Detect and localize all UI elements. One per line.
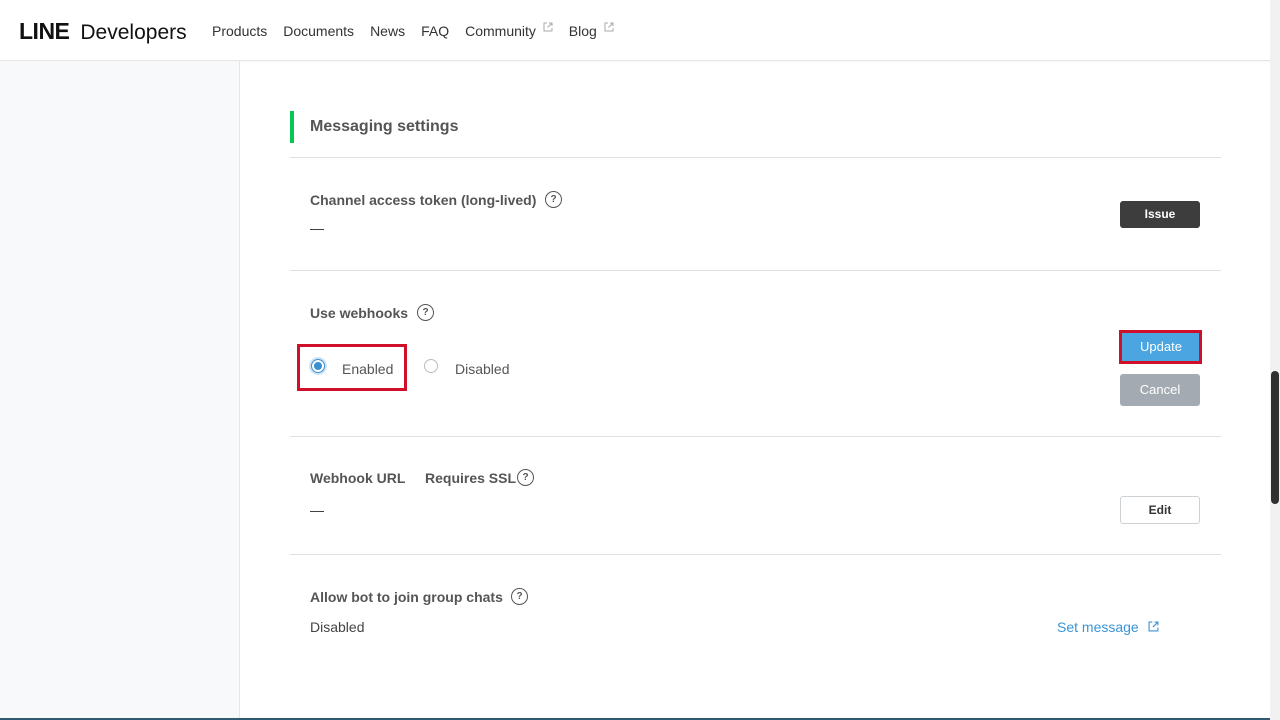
help-icon[interactable]: ?: [417, 304, 434, 321]
group-chats-label: Allow bot to join group chats: [310, 589, 503, 605]
webhook-url-value: —: [310, 502, 324, 518]
nav-community[interactable]: Community: [465, 22, 553, 39]
use-webhooks-label: Use webhooks: [310, 305, 409, 321]
issue-button[interactable]: Issue: [1120, 201, 1200, 228]
set-message-link[interactable]: Set message: [1057, 619, 1159, 635]
channel-access-token-value: —: [310, 220, 324, 236]
line-developers-logo[interactable]: LINE Developers: [19, 18, 187, 45]
nav-blog-label: Blog: [568, 23, 597, 39]
webhook-url-label: Webhook URL: [310, 470, 406, 486]
nav-faq[interactable]: FAQ: [421, 23, 449, 39]
nav-blog[interactable]: Blog: [568, 22, 614, 39]
nav-documents[interactable]: Documents: [283, 23, 354, 39]
divider: [290, 554, 1221, 555]
help-icon[interactable]: ?: [545, 191, 562, 208]
group-chats-value: Disabled: [310, 619, 365, 635]
section-accent-bar: [290, 111, 294, 143]
radio-enabled[interactable]: [311, 359, 325, 373]
top-navbar: LINE Developers Products Documents News …: [0, 0, 1270, 61]
left-sidebar: [0, 61, 240, 720]
external-link-icon: [543, 22, 553, 32]
radio-disabled-label[interactable]: Disabled: [455, 361, 509, 377]
nav-products[interactable]: Products: [212, 23, 267, 39]
nav-news[interactable]: News: [370, 23, 405, 39]
external-link-icon: [604, 22, 614, 32]
nav-community-label: Community: [465, 23, 536, 39]
set-message-label: Set message: [1057, 619, 1139, 635]
channel-access-token-label: Channel access token (long-lived): [310, 192, 537, 208]
external-link-icon: [1148, 621, 1159, 632]
radio-enabled-label[interactable]: Enabled: [342, 361, 393, 377]
page-scrollbar-thumb[interactable]: [1271, 371, 1279, 504]
section-title: Messaging settings: [310, 118, 459, 135]
divider: [290, 157, 1221, 158]
radio-disabled[interactable]: [424, 359, 438, 373]
logo-developers-text: Developers: [80, 21, 187, 44]
main-nav: Products Documents News FAQ Community Bl…: [212, 22, 630, 39]
page-scrollbar-track[interactable]: [1270, 0, 1280, 720]
update-highlight-box: [1119, 330, 1202, 364]
requires-ssl-label: Requires SSL: [425, 470, 517, 486]
cancel-button[interactable]: Cancel: [1120, 374, 1200, 406]
logo-line-text: LINE: [19, 18, 70, 44]
edit-button[interactable]: Edit: [1120, 496, 1200, 524]
divider: [290, 270, 1221, 271]
help-icon[interactable]: ?: [511, 588, 528, 605]
divider: [290, 436, 1221, 437]
help-icon[interactable]: ?: [517, 469, 534, 486]
